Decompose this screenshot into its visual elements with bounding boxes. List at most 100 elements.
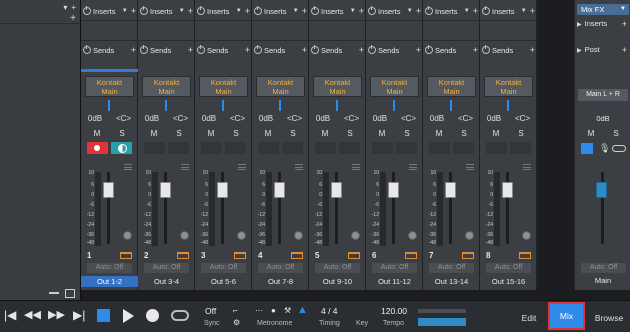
volume-value[interactable]: 0dB	[373, 114, 387, 123]
menu-icon[interactable]	[466, 164, 474, 170]
power-icon[interactable]	[425, 45, 433, 54]
pan-knob-icon[interactable]	[294, 231, 303, 240]
record-icon[interactable]	[146, 309, 159, 322]
add-insert-icon[interactable]: +	[302, 6, 307, 16]
instrument-slot[interactable]: Kontakt Main	[199, 76, 248, 97]
inserts-row[interactable]: Inserts ▼ +	[252, 4, 309, 18]
channel-output-label[interactable]: Out 7-8	[252, 276, 309, 287]
mute-button[interactable]: M	[144, 128, 164, 139]
add-insert-icon[interactable]: +	[245, 6, 250, 16]
add-send-icon[interactable]: +	[473, 45, 478, 55]
add-insert-icon[interactable]: +	[473, 6, 478, 16]
solo-button[interactable]: S	[226, 128, 246, 139]
add-insert-icon[interactable]: +	[416, 6, 421, 16]
add-send-icon[interactable]: +	[131, 45, 136, 55]
loop-button[interactable]	[97, 309, 110, 322]
automation-button[interactable]: Auto: Off	[87, 263, 132, 273]
mix-view-button[interactable]: Mix	[548, 302, 585, 330]
add-send-icon[interactable]: +	[530, 45, 535, 55]
record-arm-button[interactable]	[315, 142, 336, 154]
automation-button[interactable]: Auto: Off	[486, 263, 531, 273]
instrument-slot[interactable]: Kontakt Main	[484, 76, 533, 97]
pan-knob-icon[interactable]	[180, 231, 189, 240]
pan-value[interactable]: <C>	[515, 114, 530, 123]
pan-indicator[interactable]	[450, 100, 452, 111]
monitor-button[interactable]	[168, 142, 189, 154]
add-send-icon[interactable]: +	[245, 45, 250, 55]
inserts-row[interactable]: Inserts ▼ +	[366, 4, 423, 18]
add-insert-icon[interactable]: +	[622, 19, 627, 29]
punch-icon[interactable]: ⋯	[255, 306, 263, 315]
add-icon[interactable]: +	[71, 3, 76, 12]
pan-value[interactable]: <C>	[230, 114, 245, 123]
left-panel-row[interactable]: +	[0, 13, 80, 24]
add-send-icon[interactable]: +	[359, 45, 364, 55]
menu-icon[interactable]	[295, 164, 303, 170]
volume-value[interactable]: 0dB	[430, 114, 444, 123]
mute-button[interactable]: M	[372, 128, 392, 139]
monitor-button[interactable]	[339, 142, 360, 154]
record-arm-button[interactable]	[429, 142, 450, 154]
sends-row[interactable]: Sends +	[366, 43, 423, 57]
power-icon[interactable]	[368, 6, 376, 15]
main-volume[interactable]: 0dB	[577, 114, 629, 123]
sends-row[interactable]: Sends +	[252, 43, 309, 57]
channel-output-label[interactable]: Out 13-14	[423, 276, 480, 287]
inserts-row[interactable]: Inserts ▼ +	[423, 4, 480, 18]
fader-handle[interactable]	[388, 182, 399, 198]
sends-row[interactable]: Sends +	[138, 43, 195, 57]
add-insert-icon[interactable]: +	[359, 6, 364, 16]
sends-row[interactable]: Sends +	[423, 43, 480, 57]
monitor-icon[interactable]	[581, 143, 593, 154]
pan-value[interactable]: <C>	[173, 114, 188, 123]
inserts-row[interactable]: Inserts ▼ +	[309, 4, 366, 18]
forward-icon[interactable]: ▶▶	[48, 308, 65, 321]
instrument-slot[interactable]: Kontakt Main	[85, 76, 134, 97]
main-fader-handle[interactable]	[596, 182, 607, 198]
pan-indicator[interactable]	[393, 100, 395, 111]
add-insert-icon[interactable]: +	[188, 6, 193, 16]
pan-indicator[interactable]	[336, 100, 338, 111]
monitor-button[interactable]	[510, 142, 531, 154]
instrument-slot[interactable]: Kontakt Main	[256, 76, 305, 97]
volume-value[interactable]: 0dB	[145, 114, 159, 123]
add-insert-icon[interactable]: +	[530, 6, 535, 16]
add-send-icon[interactable]: +	[302, 45, 307, 55]
menu-icon[interactable]	[523, 164, 531, 170]
mute-button[interactable]: M	[87, 128, 107, 139]
monitor-button[interactable]	[225, 142, 246, 154]
add-icon[interactable]: +	[70, 13, 76, 24]
pan-indicator[interactable]	[108, 100, 110, 111]
pan-value[interactable]: <C>	[344, 114, 359, 123]
instrument-slot[interactable]: Kontakt Main	[427, 76, 476, 97]
pan-indicator[interactable]	[165, 100, 167, 111]
sends-row[interactable]: Sends +	[480, 43, 537, 57]
fader-handle[interactable]	[331, 182, 342, 198]
solo-button[interactable]: S	[454, 128, 474, 139]
browse-view-button[interactable]: Browse	[590, 306, 628, 330]
mute-button[interactable]: M	[486, 128, 506, 139]
fader-handle[interactable]	[274, 182, 285, 198]
mix-fx-selector[interactable]: Mix FX ▼	[577, 4, 629, 15]
return-to-zero-icon[interactable]: |◀	[4, 308, 16, 322]
metronome-icon[interactable]: ▲	[297, 304, 308, 316]
instrument-slot[interactable]: Kontakt Main	[313, 76, 362, 97]
minimize-icon[interactable]	[49, 292, 59, 294]
play-icon[interactable]	[123, 309, 134, 323]
volume-value[interactable]: 0dB	[259, 114, 273, 123]
record-arm-button[interactable]	[258, 142, 279, 154]
power-icon[interactable]	[197, 6, 205, 15]
rewind-icon[interactable]: ◀◀	[24, 308, 41, 321]
add-send-icon[interactable]: +	[416, 45, 421, 55]
record-arm-button[interactable]	[144, 142, 165, 154]
inserts-row[interactable]: Inserts ▼ +	[138, 4, 195, 18]
power-icon[interactable]	[140, 45, 148, 54]
pan-value[interactable]: <C>	[401, 114, 416, 123]
settings-icon[interactable]: ⚙	[233, 318, 240, 327]
automation-button[interactable]: Auto: Off	[429, 263, 474, 273]
main-routing[interactable]: Main L + R	[578, 89, 628, 101]
inserts-row[interactable]: Inserts ▼ +	[480, 4, 537, 18]
menu-icon[interactable]	[181, 164, 189, 170]
channel-output-label[interactable]: Out 15-16	[480, 276, 537, 287]
sends-row[interactable]: Sends +	[309, 43, 366, 57]
